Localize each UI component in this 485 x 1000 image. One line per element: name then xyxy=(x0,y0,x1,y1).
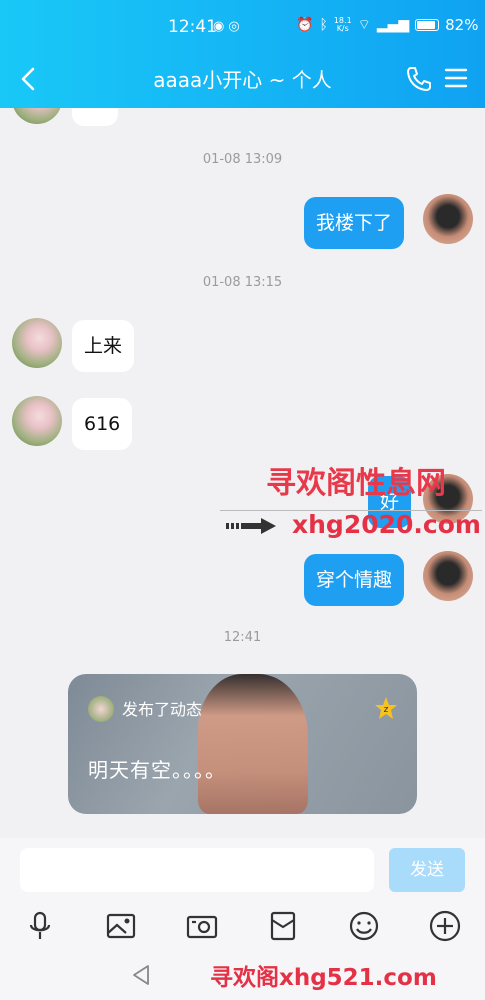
send-button[interactable]: 发送 xyxy=(389,848,465,892)
feed-action: 发布了动态 xyxy=(122,700,203,719)
red-packet-icon[interactable] xyxy=(265,908,301,944)
feed-image xyxy=(198,674,308,814)
feed-card[interactable]: 发布了动态 z 明天有空。。。。 xyxy=(68,674,417,814)
status-right: ⏰ ᛒ 18.1 K/s ⌔ ▂▄▆ 82% xyxy=(296,16,478,34)
alarm-icon: ⏰ xyxy=(296,17,314,33)
signal-icon: ▂▄▆ xyxy=(376,17,410,33)
emoji-icon[interactable] xyxy=(346,908,382,944)
message-bubble-partial xyxy=(72,108,118,126)
nav-bar: aaaa小开心 ~ 个人 xyxy=(0,56,485,102)
contact-avatar[interactable] xyxy=(12,396,62,446)
phone-icon[interactable] xyxy=(404,64,434,94)
watermark-middle: xhg2020.com xyxy=(292,510,481,539)
microphone-icon[interactable] xyxy=(22,908,58,944)
status-app-icons: ◉ ◎ xyxy=(213,19,240,34)
contact-avatar[interactable] xyxy=(12,108,62,124)
battery-percent: 82% xyxy=(445,16,479,34)
system-back-icon[interactable] xyxy=(131,964,151,986)
my-avatar[interactable] xyxy=(423,551,473,601)
menu-icon[interactable] xyxy=(443,65,469,91)
incoming-message[interactable]: 616 xyxy=(72,398,133,450)
image-icon[interactable] xyxy=(103,908,139,944)
plus-icon[interactable] xyxy=(427,908,463,944)
wifi-icon: ⌔ xyxy=(357,17,371,33)
message-input[interactable] xyxy=(20,848,374,892)
feed-avatar xyxy=(88,696,114,722)
timestamp: 01-08 13:09 xyxy=(202,152,283,167)
outgoing-message[interactable]: 我楼下了 xyxy=(304,197,405,249)
toolbar xyxy=(0,904,485,950)
watermark-bottom: 寻欢阁xhg521.com xyxy=(210,965,437,991)
timestamp: 01-08 13:15 xyxy=(202,275,283,290)
speed-unit: K/s xyxy=(336,24,349,33)
timestamp: 12:41 xyxy=(223,630,262,645)
battery-icon xyxy=(415,19,440,31)
network-speed: 18.1 K/s xyxy=(334,17,352,33)
app-icon: ◎ xyxy=(228,19,240,34)
incoming-message[interactable]: 上来 xyxy=(72,320,135,372)
input-bar: 发送 xyxy=(0,838,485,904)
outgoing-message[interactable]: 穿个情趣 xyxy=(304,554,405,606)
notification-icon: ◉ xyxy=(213,19,225,34)
status-bar: 12:41 ◉ ◎ ⏰ ᛒ 18.1 K/s ⌔ ▂▄▆ 82% xyxy=(0,0,485,56)
arrow-icon xyxy=(226,518,276,534)
camera-icon[interactable] xyxy=(184,908,220,944)
contact-avatar[interactable] xyxy=(12,318,62,368)
bluetooth-icon: ᛒ xyxy=(319,17,328,33)
watermark-top: 寻欢阁性息网 xyxy=(266,466,446,501)
qzone-star-icon: z xyxy=(375,697,397,719)
my-avatar[interactable] xyxy=(423,194,473,244)
top-bar: 12:41 ◉ ◎ ⏰ ᛒ 18.1 K/s ⌔ ▂▄▆ 82% aaaa小开心… xyxy=(0,0,485,108)
svg-text:z: z xyxy=(384,705,389,715)
feed-content: 明天有空。。。。 xyxy=(88,758,226,782)
status-time: 12:41 xyxy=(168,17,217,37)
